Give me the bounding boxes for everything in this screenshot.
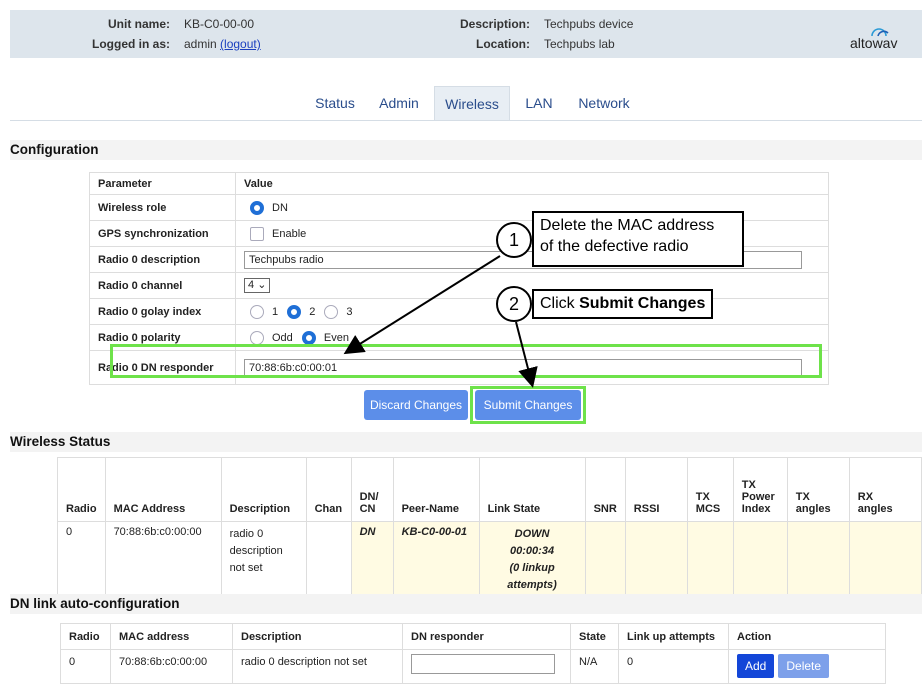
step2-callout: Click Submit Changes bbox=[532, 289, 714, 319]
step2-bold-text: Submit Changes bbox=[579, 295, 706, 312]
step1-line1: Delete the MAC address bbox=[540, 217, 715, 234]
step1-arrow bbox=[343, 255, 501, 355]
step1-line2: of the defective radio bbox=[540, 238, 689, 255]
step2-number-badge: 2 bbox=[496, 286, 532, 322]
step2-text: Click bbox=[540, 295, 580, 312]
annotation-arrows bbox=[343, 255, 538, 388]
step2-arrow bbox=[515, 321, 538, 388]
step1-number-badge: 1 bbox=[496, 222, 532, 258]
step1-callout: Delete the MAC address of the defective … bbox=[532, 211, 744, 267]
